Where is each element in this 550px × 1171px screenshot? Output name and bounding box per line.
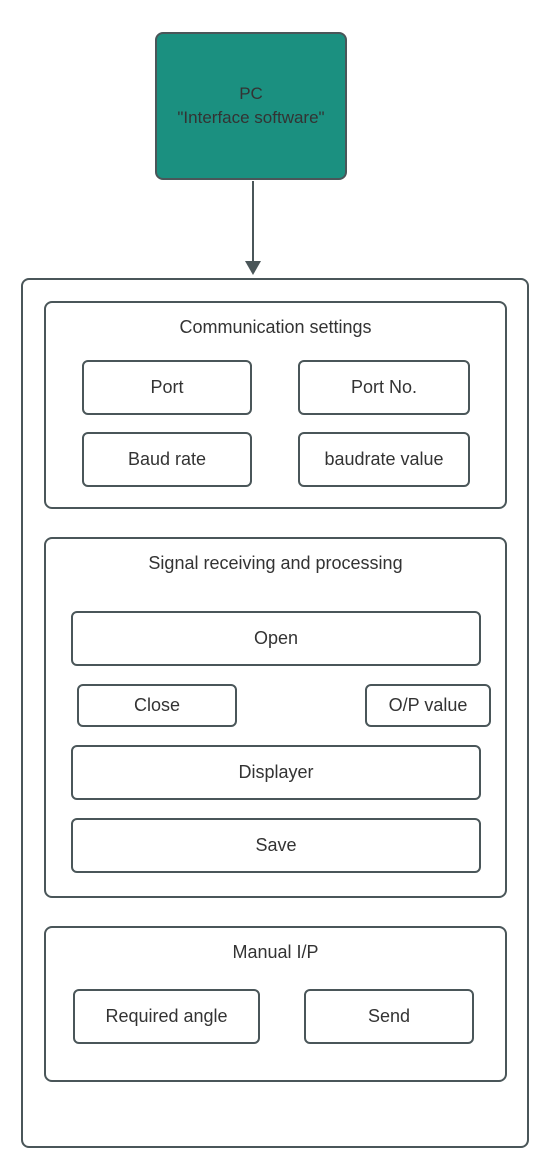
baud-rate-value-label: baudrate value <box>324 449 443 470</box>
arrow-head-icon <box>245 261 261 275</box>
port-number-box: Port No. <box>298 360 470 415</box>
required-angle-box: Required angle <box>73 989 260 1044</box>
send-label: Send <box>368 1006 410 1027</box>
send-box: Send <box>304 989 474 1044</box>
comm-title: Communication settings <box>46 303 505 348</box>
op-value-box: O/P value <box>365 684 491 727</box>
communication-settings-section: Communication settings Port Port No. Bau… <box>44 301 507 509</box>
port-label: Port <box>150 377 183 398</box>
baud-rate-label-box: Baud rate <box>82 432 252 487</box>
open-box: Open <box>71 611 481 666</box>
save-label: Save <box>255 835 296 856</box>
pc-line2: "Interface software" <box>177 106 324 130</box>
signal-processing-section: Signal receiving and processing Open Clo… <box>44 537 507 898</box>
arrow-line <box>252 181 254 266</box>
arrow <box>248 181 258 276</box>
op-value-label: O/P value <box>389 695 468 716</box>
port-label-box: Port <box>82 360 252 415</box>
baud-rate-label: Baud rate <box>128 449 206 470</box>
baud-rate-value-box: baudrate value <box>298 432 470 487</box>
close-label: Close <box>134 695 180 716</box>
port-number-label: Port No. <box>351 377 417 398</box>
signal-title: Signal receiving and processing <box>46 539 505 584</box>
displayer-box: Displayer <box>71 745 481 800</box>
save-box: Save <box>71 818 481 873</box>
manual-input-section: Manual I/P Required angle Send <box>44 926 507 1082</box>
required-angle-label: Required angle <box>105 1006 227 1027</box>
pc-node: PC "Interface software" <box>155 32 347 180</box>
open-label: Open <box>254 628 298 649</box>
pc-line1: PC <box>239 82 263 106</box>
displayer-label: Displayer <box>238 762 313 783</box>
close-box: Close <box>77 684 237 727</box>
main-container: Communication settings Port Port No. Bau… <box>21 278 529 1148</box>
manual-title: Manual I/P <box>46 928 505 973</box>
